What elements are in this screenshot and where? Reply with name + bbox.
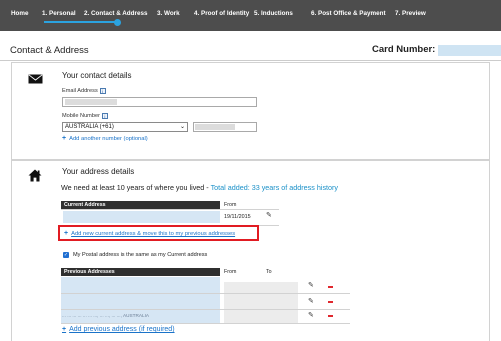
mobile-label-text: Mobile Number: [62, 113, 100, 119]
previous-row-rule: [61, 309, 350, 310]
previous-address-partial-text: ... ... ... ... ... ... ..., ... ..., ..…: [62, 313, 150, 318]
minus-icon[interactable]: [328, 286, 333, 288]
pencil-icon[interactable]: ✎: [308, 281, 314, 289]
nav-step-post-office-payment[interactable]: 6. Post Office & Payment: [311, 10, 386, 17]
current-from-label: From: [224, 202, 237, 208]
step-progress-indicator: [114, 18, 121, 26]
house-icon: [28, 169, 42, 182]
previous-addresses-header: Previous Addresses: [61, 268, 220, 276]
add-previous-address-text: Add previous address (if required): [69, 326, 175, 333]
postal-same-label: My Postal address is the same as my Curr…: [73, 252, 208, 258]
pencil-icon[interactable]: ✎: [266, 211, 272, 219]
previous-dates-redacted: [224, 282, 298, 324]
address-details-heading: Your address details: [62, 167, 135, 176]
requirement-text: We need at least 10 years of where you l…: [61, 183, 211, 192]
chevron-down-icon: ⌄: [179, 124, 185, 130]
email-label: Email Address i: [62, 88, 106, 94]
address-history-requirement: We need at least 10 years of where you l…: [61, 183, 338, 192]
nav-step-contact-address[interactable]: 2. Contact & Address: [84, 10, 147, 17]
nav-step-inductions[interactable]: 5. Inductions: [254, 10, 293, 17]
previous-row-rule: [61, 323, 350, 324]
minus-icon[interactable]: [328, 315, 333, 317]
plus-icon: +: [62, 135, 67, 142]
mobile-value-redacted: [195, 124, 235, 130]
country-code-value: AUSTRALIA (+61): [65, 124, 114, 130]
country-code-select[interactable]: AUSTRALIA (+61) ⌄: [62, 122, 188, 132]
add-another-number-link[interactable]: + Add another number (optional): [62, 135, 148, 142]
envelope-icon: [28, 74, 43, 84]
previous-from-label: From: [224, 269, 237, 275]
postal-same-checkbox[interactable]: ✓: [63, 252, 69, 258]
previous-row-rule: [61, 293, 350, 294]
current-address-value-redacted: [63, 211, 220, 223]
current-from-date: 19/11/2015: [224, 214, 251, 220]
pencil-icon[interactable]: ✎: [308, 297, 314, 305]
mobile-number-field[interactable]: [193, 122, 257, 132]
current-header-rule: [61, 209, 279, 210]
title-divider: [0, 60, 501, 61]
nav-step-work[interactable]: 3. Work: [157, 10, 180, 17]
pencil-icon[interactable]: ✎: [308, 311, 314, 319]
email-field[interactable]: [62, 97, 257, 107]
card-number-label: Card Number:: [372, 44, 436, 55]
minus-icon[interactable]: [328, 301, 333, 303]
nav-home[interactable]: Home: [11, 10, 29, 17]
info-icon[interactable]: i: [101, 113, 108, 119]
current-address-header: Current Address: [61, 201, 220, 209]
step-progress-bar: [44, 21, 118, 23]
page-title: Contact & Address: [10, 45, 89, 56]
highlight-box: [58, 225, 259, 241]
mobile-label: Mobile Number i: [62, 113, 108, 119]
card-number-value: 0000000000: [438, 45, 501, 56]
nav-step-personal[interactable]: 1. Personal: [42, 10, 76, 17]
email-label-text: Email Address: [62, 88, 98, 94]
add-another-number-text: Add another number (optional): [69, 136, 148, 142]
total-years-added: Total added: 33 years of address history: [210, 183, 339, 192]
email-value-redacted: [65, 99, 117, 105]
info-icon[interactable]: i: [99, 88, 106, 94]
plus-icon: +: [62, 326, 67, 333]
nav-step-proof-of-identity[interactable]: 4. Proof of Identity: [194, 10, 249, 17]
top-navigation: Home 1. Personal 2. Contact & Address 3.…: [0, 0, 501, 31]
contact-details-heading: Your contact details: [62, 71, 132, 80]
nav-step-preview[interactable]: 7. Preview: [395, 10, 426, 17]
add-previous-address-link[interactable]: + Add previous address (if required): [62, 326, 175, 333]
previous-to-label: To: [266, 269, 272, 275]
